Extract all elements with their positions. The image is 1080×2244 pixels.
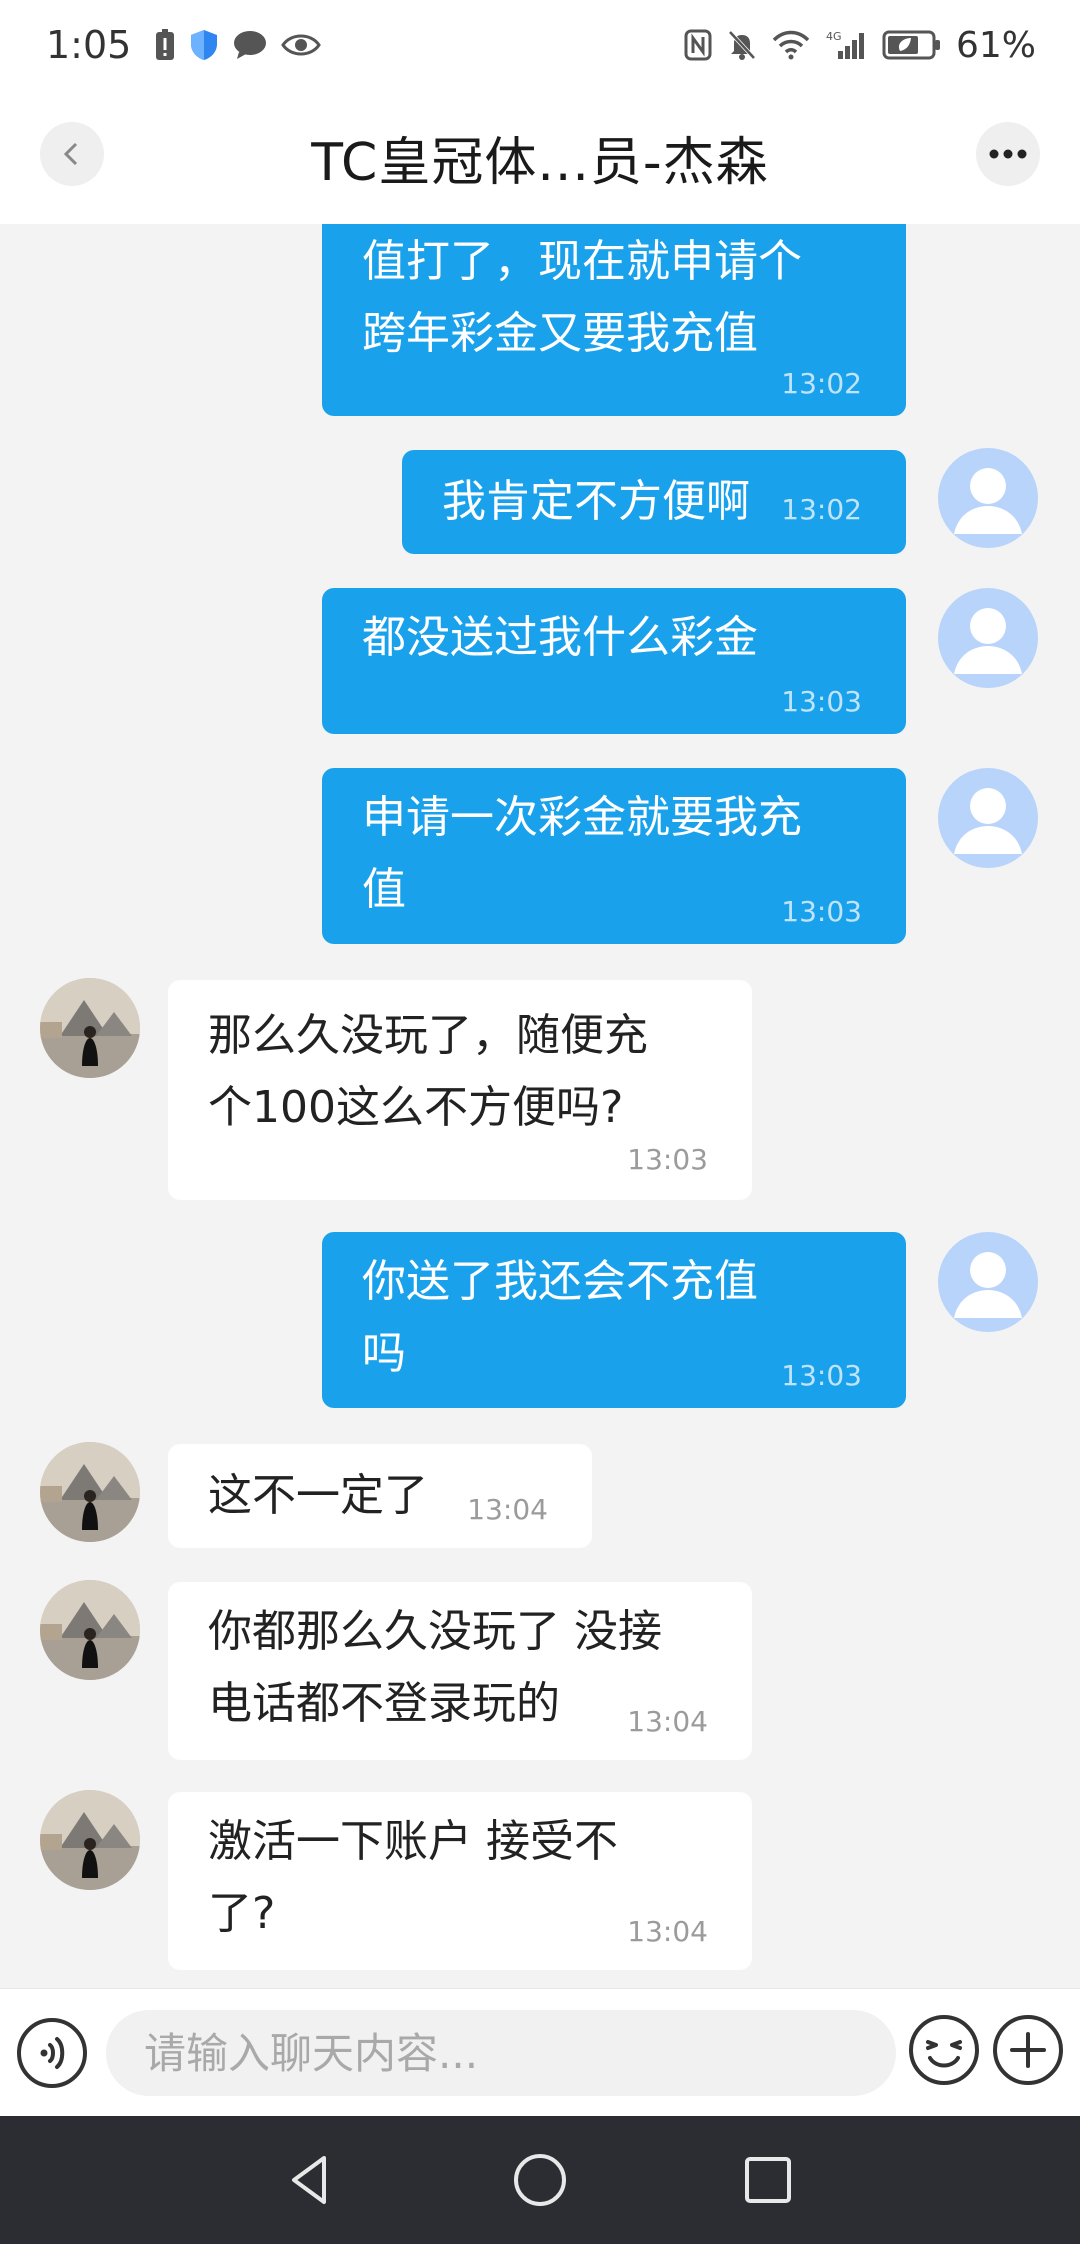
back-button[interactable] bbox=[40, 122, 104, 186]
message-time: 13:03 bbox=[627, 1143, 708, 1176]
signal-icon: 4G bbox=[824, 29, 868, 61]
message-text: 跨年彩金又要我充值 bbox=[362, 308, 758, 359]
square-recents-icon bbox=[745, 2157, 791, 2203]
avatar-self[interactable] bbox=[938, 448, 1038, 548]
avatar-self[interactable] bbox=[938, 588, 1038, 688]
more-button[interactable] bbox=[976, 122, 1040, 186]
message-time: 13:03 bbox=[781, 685, 862, 718]
circle-home-icon bbox=[514, 2154, 566, 2206]
chat-header: TC皇冠体...员-杰森 bbox=[0, 90, 1080, 224]
message-text: 你送了我还会不充值 bbox=[362, 1256, 758, 1307]
message-bubble[interactable]: 我肯定不方便啊 13:02 bbox=[402, 450, 906, 554]
message-text: 这不一定了 bbox=[208, 1470, 428, 1521]
message-bubble[interactable]: 你送了我还会不充值 吗 13:03 bbox=[322, 1232, 906, 1408]
message-text: 都没送过我什么彩金 bbox=[362, 612, 758, 663]
message-text: 激活一下账户 接受不 bbox=[208, 1816, 618, 1867]
message-time: 13:04 bbox=[627, 1915, 708, 1948]
user-placeholder-icon bbox=[954, 788, 1022, 854]
message-bubble[interactable]: 都没送过我什么彩金 13:03 bbox=[322, 588, 906, 734]
message-time: 13:04 bbox=[627, 1705, 708, 1738]
chat-title: TC皇冠体...员-杰森 bbox=[311, 132, 769, 193]
user-placeholder-icon bbox=[954, 608, 1022, 674]
message-time: 13:03 bbox=[781, 895, 862, 928]
avatar-agent[interactable] bbox=[40, 1580, 140, 1680]
message-bubble[interactable]: 这不一定了 13:04 bbox=[168, 1444, 592, 1548]
mute-bell-icon bbox=[726, 29, 758, 61]
message-time: 13:02 bbox=[781, 493, 862, 526]
battery-alert-icon bbox=[155, 29, 175, 61]
plus-button[interactable] bbox=[992, 2014, 1064, 2086]
agent-photo-icon bbox=[40, 978, 140, 1078]
triangle-back-icon bbox=[292, 2156, 326, 2204]
battery-icon bbox=[882, 29, 942, 61]
message-bubble[interactable]: 申请一次彩金就要我充 值 13:03 bbox=[322, 768, 906, 944]
more-dots-icon bbox=[989, 149, 1027, 159]
battery-percentage: 61% bbox=[955, 24, 1036, 66]
message-text: 值打了，现在就申请个 bbox=[362, 236, 802, 287]
message-icon bbox=[233, 30, 267, 60]
voice-button[interactable] bbox=[16, 2017, 88, 2089]
avatar-agent[interactable] bbox=[40, 978, 140, 1078]
message-time: 13:02 bbox=[781, 367, 862, 400]
eye-icon bbox=[281, 32, 322, 58]
status-right: 4G 61% bbox=[684, 25, 1036, 66]
message-time: 13:03 bbox=[781, 1359, 862, 1392]
chevron-left-icon bbox=[63, 142, 78, 166]
message-bubble[interactable]: 那么久没玩了，随便充 个100这么不方便吗? 13:03 bbox=[168, 980, 752, 1200]
message-text: 吗 bbox=[362, 1328, 406, 1379]
wifi-icon bbox=[772, 30, 810, 60]
nav-back-button[interactable] bbox=[280, 2150, 340, 2210]
user-placeholder-icon bbox=[954, 468, 1022, 534]
plus-icon bbox=[993, 2015, 1063, 2085]
status-left: 1:05 bbox=[46, 23, 322, 67]
message-text: 电话都不登录玩的 bbox=[208, 1678, 560, 1729]
emoji-button[interactable] bbox=[908, 2014, 980, 2086]
message-text: 你都那么久没玩了 没接 bbox=[208, 1606, 662, 1657]
message-text: 申请一次彩金就要我充 bbox=[362, 792, 802, 843]
status-time: 1:05 bbox=[46, 23, 132, 67]
shield-icon bbox=[189, 29, 219, 61]
emoji-icon bbox=[909, 2015, 979, 2085]
message-bubble[interactable]: 激活一下账户 接受不 了? 13:04 bbox=[168, 1792, 752, 1970]
voice-icon bbox=[17, 2018, 87, 2088]
agent-photo-icon bbox=[40, 1790, 140, 1890]
message-bubble[interactable]: 值打了，现在就申请个 跨年彩金又要我充值 13:02 bbox=[322, 224, 906, 416]
avatar-agent[interactable] bbox=[40, 1790, 140, 1890]
message-text: 那么久没玩了，随便充 bbox=[208, 1010, 648, 1061]
message-time: 13:04 bbox=[467, 1493, 548, 1526]
message-bubble[interactable]: 你都那么久没玩了 没接 电话都不登录玩的 13:04 bbox=[168, 1582, 752, 1760]
avatar-self[interactable] bbox=[938, 768, 1038, 868]
nfc-icon bbox=[684, 29, 712, 61]
message-text: 个100这么不方便吗? bbox=[208, 1082, 624, 1133]
status-bar: 1:05 4G 61% bbox=[0, 0, 1080, 90]
nav-home-button[interactable] bbox=[510, 2150, 570, 2210]
message-input[interactable] bbox=[106, 2010, 896, 2096]
avatar-agent[interactable] bbox=[40, 1442, 140, 1542]
system-nav-bar bbox=[0, 2116, 1080, 2244]
message-text: 值 bbox=[362, 864, 406, 915]
message-text: 了? bbox=[208, 1888, 276, 1939]
message-text: 我肯定不方便啊 bbox=[442, 476, 750, 527]
input-bar bbox=[0, 1988, 1080, 2116]
nav-recents-button[interactable] bbox=[738, 2150, 798, 2210]
avatar-self[interactable] bbox=[938, 1232, 1038, 1332]
user-placeholder-icon bbox=[954, 1252, 1022, 1318]
network-type: 4G bbox=[826, 30, 842, 43]
agent-photo-icon bbox=[40, 1580, 140, 1680]
agent-photo-icon bbox=[40, 1442, 140, 1542]
chat-messages[interactable]: 值打了，现在就申请个 跨年彩金又要我充值 13:02 我肯定不方便啊 13:02… bbox=[0, 224, 1080, 1988]
